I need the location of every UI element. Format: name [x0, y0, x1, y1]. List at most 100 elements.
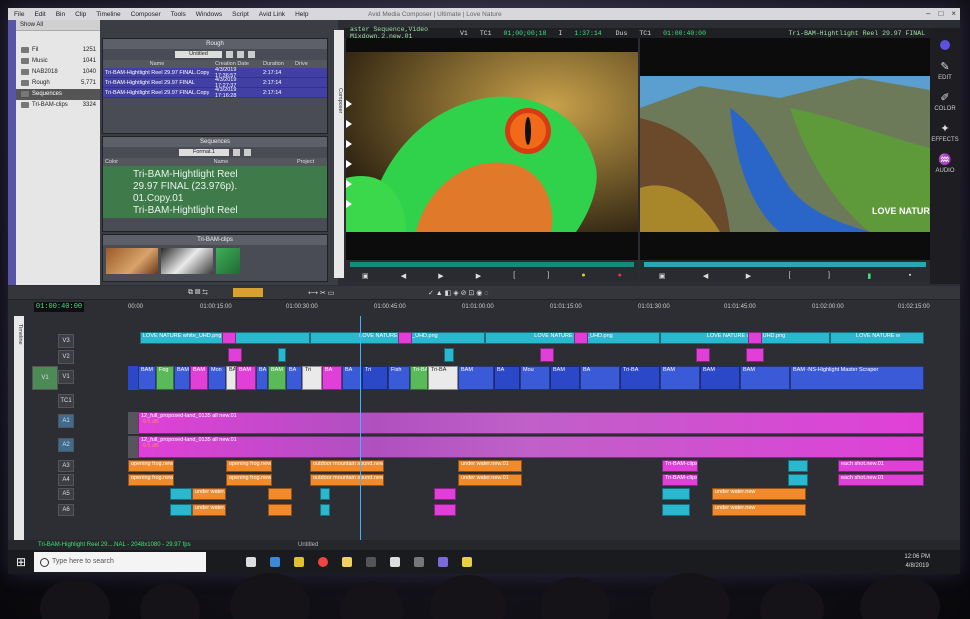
track-v3[interactable]: V3 — [58, 334, 74, 348]
folder-item[interactable]: Rough 5,771 — [16, 78, 100, 89]
timeline-clip[interactable]: BA — [322, 366, 342, 390]
timeline-clip[interactable] — [444, 348, 454, 362]
track-a1[interactable]: A1 — [58, 414, 74, 428]
track-a3[interactable]: A3 — [58, 460, 74, 472]
timeline-clip[interactable]: BAM — [700, 366, 740, 390]
audio-clip[interactable]: outdoor mountain sound.new — [310, 474, 384, 486]
maximize-icon[interactable]: □ — [938, 9, 943, 18]
mark-icon[interactable]: ▣ — [659, 272, 666, 280]
timeline-tab[interactable]: Timeline — [14, 316, 24, 546]
audio-clip[interactable] — [268, 504, 292, 516]
timeline-clip[interactable]: BA — [494, 366, 520, 390]
minimize-icon[interactable]: – — [926, 9, 930, 18]
step-back-icon[interactable]: ◀ — [401, 272, 406, 280]
audio-clip[interactable] — [320, 504, 330, 516]
audio-clip[interactable]: opening frog.new.01 — [226, 460, 272, 472]
app-icon[interactable] — [414, 557, 424, 567]
clip-thumbnail[interactable] — [106, 248, 158, 274]
timeline-clip[interactable]: BAM — [138, 366, 156, 390]
timeline-clip[interactable]: BAM — [236, 366, 256, 390]
track-a4[interactable]: A4 — [58, 474, 74, 486]
menu-script[interactable]: Script — [232, 11, 249, 18]
toolbar-tool-icon[interactable]: ⧉ ▤ ⇆ — [188, 289, 208, 297]
timeline-clip[interactable]: LOVE NATURE white_UHD.png — [660, 332, 830, 344]
timeline-clip[interactable]: BAM -NS-Highlight Master Scraper — [790, 366, 924, 390]
play-icon[interactable]: ▶ — [476, 272, 481, 280]
lift-icon[interactable]: ▮ — [867, 272, 871, 280]
composer-tab[interactable]: Composer — [334, 30, 344, 278]
timeline-clip[interactable]: Tri — [302, 366, 322, 390]
timeline-clip[interactable]: BA — [580, 366, 620, 390]
sequence-row-selected[interactable]: Tri-BAM-Hightlight Reel 29.97 FINAL (23.… — [103, 166, 327, 218]
audio-workspace[interactable]: ♒ AUDIO — [930, 153, 960, 174]
status-right[interactable]: Untitled — [298, 540, 318, 550]
play-icon[interactable]: ▶ — [746, 272, 751, 280]
track-v2[interactable]: V2 — [58, 350, 74, 364]
effects-workspace[interactable]: ✦ EFFECTS — [930, 122, 960, 143]
mark-in-icon[interactable]: [ — [789, 272, 791, 280]
audio-clip[interactable]: under water.new — [712, 504, 806, 516]
audio-clip[interactable]: under water.new — [712, 488, 806, 500]
audio-clip[interactable]: outdoor mountain sound.new — [310, 460, 384, 472]
audio-clip[interactable] — [268, 488, 292, 500]
mark-icon[interactable]: ▣ — [362, 272, 369, 280]
color-workspace[interactable]: ✐ COLOR — [930, 91, 960, 112]
sticky-notes-icon[interactable] — [462, 557, 472, 567]
timeline-clip[interactable]: BAM — [458, 366, 494, 390]
record-monitor[interactable]: LOVE NATURE — [640, 38, 936, 260]
record-position-bar[interactable] — [644, 262, 926, 267]
bin-row[interactable]: Tri-BAM-Hightlight Reel 29.97 FINAL.Copy… — [103, 87, 327, 99]
extract-icon[interactable]: ▪ — [909, 272, 911, 280]
list-view-icon[interactable] — [247, 51, 255, 58]
menu-timeline[interactable]: Timeline — [96, 11, 120, 18]
track-a5[interactable]: A5 — [58, 488, 74, 500]
source-position-bar[interactable] — [350, 262, 634, 267]
edit-workspace[interactable]: ✎ EDIT — [930, 60, 960, 81]
store-icon[interactable] — [366, 557, 376, 567]
timeline-clip[interactable]: Fish — [388, 366, 410, 390]
audio-clip[interactable]: under water.new — [192, 488, 226, 500]
timeline-clip[interactable]: BA — [256, 366, 268, 390]
audio-clip[interactable] — [662, 504, 690, 516]
timeline-clip[interactable] — [696, 348, 710, 362]
timeline-clip[interactable]: BA — [226, 366, 236, 390]
task-view-icon[interactable] — [246, 557, 256, 567]
timeline-clip[interactable]: Tri-BA — [410, 366, 428, 390]
timeline-clip[interactable]: LOVE NATURE w — [830, 332, 924, 344]
audio-clip[interactable]: opening frog.new.01 — [128, 474, 174, 486]
taskbar-clock[interactable]: 12:06 PM 4/8/2019 — [904, 553, 930, 571]
timeline-tools-icon[interactable]: ✓ ▲ ◧ ◈ ⊘ ⊡ ◉ ◌ — [428, 289, 488, 297]
menu-windows[interactable]: Windows — [196, 11, 222, 18]
track-v1[interactable]: V1 — [58, 370, 74, 384]
transition-marker[interactable] — [222, 332, 236, 344]
timeline-clip[interactable]: Mon — [208, 366, 226, 390]
audio-clip[interactable]: opening frog.new.01 — [128, 460, 174, 472]
timeline-clip[interactable] — [540, 348, 554, 362]
frame-view-icon[interactable] — [233, 149, 240, 156]
bin-view-select[interactable]: Untitled — [175, 51, 222, 58]
folder-icon[interactable] — [342, 557, 352, 567]
audio-clip[interactable] — [788, 474, 808, 486]
audio-clip[interactable]: under water.new.01 — [458, 474, 522, 486]
timeline-clip[interactable] — [278, 348, 286, 362]
mark-in-icon[interactable]: [ — [513, 272, 515, 280]
timeline-clip[interactable]: BAM — [740, 366, 790, 390]
taskbar-search-input[interactable]: Type here to search — [34, 552, 206, 572]
close-icon[interactable]: × — [951, 9, 956, 18]
timeline-clip[interactable]: BAM — [174, 366, 190, 390]
bins-tab[interactable] — [8, 20, 16, 285]
segment-mode-icon[interactable] — [233, 288, 263, 297]
audio-clip[interactable]: opening frog.new.01 — [226, 474, 272, 486]
menu-avid-link[interactable]: Avid Link — [259, 11, 285, 18]
folder-item[interactable]: Music 1041 — [16, 56, 100, 67]
record-sequence-name[interactable]: Tri-BAM-Hightlight Reel 29.97 FINAL — [782, 30, 931, 37]
timeline-clip[interactable]: Fog — [156, 366, 174, 390]
file-explorer-icon[interactable] — [294, 557, 304, 567]
timeline-clip[interactable]: LOVE NATURE white_UHD.png — [485, 332, 660, 344]
audio-clip[interactable]: Tri-BAM-clips — [662, 460, 698, 472]
timeline-clip[interactable]: BAM — [550, 366, 580, 390]
clip-thumbnail[interactable] — [216, 248, 240, 274]
track-a2[interactable]: A2 — [58, 438, 74, 452]
menu-edit[interactable]: Edit — [34, 11, 45, 18]
trim-tool-icon[interactable]: ⟷ ✂ ▭ — [308, 289, 334, 297]
